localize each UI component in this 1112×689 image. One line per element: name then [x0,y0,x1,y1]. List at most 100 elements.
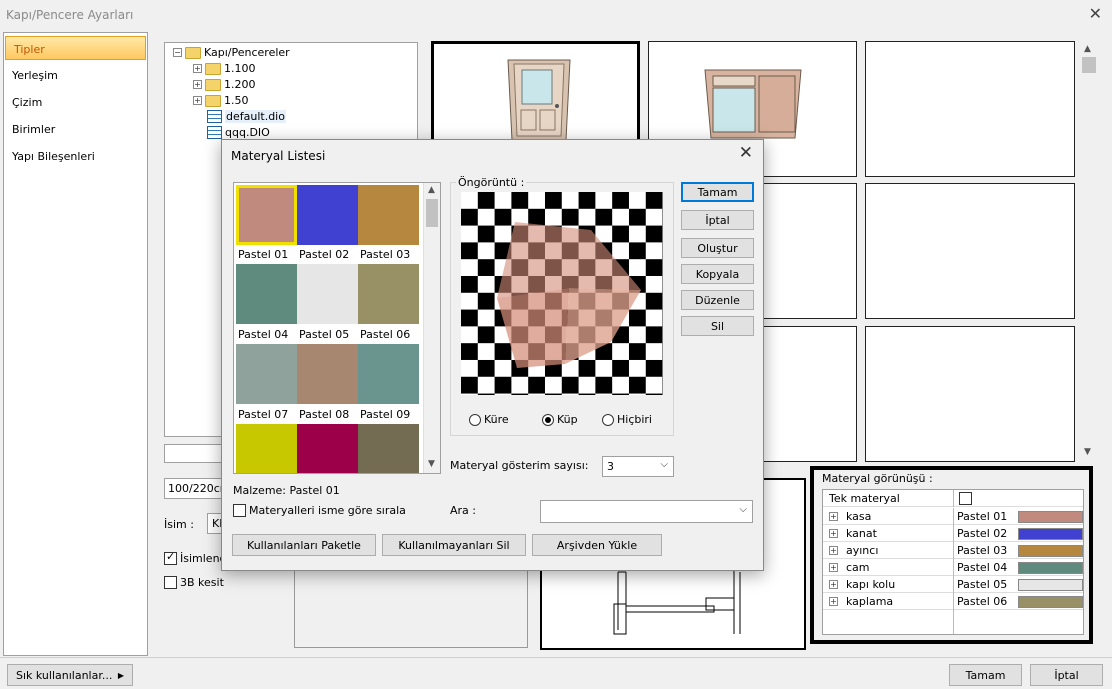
material-row[interactable]: + kaplama Pastel 06 [823,593,1083,610]
material-value: Pastel 03 [957,544,1008,557]
preview-cell[interactable] [865,183,1075,319]
create-button[interactable]: Oluştur [681,238,754,258]
swatch[interactable] [297,424,358,473]
expand-icon[interactable]: + [829,546,838,555]
section-checkbox[interactable] [164,576,177,589]
swatch[interactable] [297,344,358,404]
swatch[interactable] [297,264,358,324]
load-archive-button[interactable]: Arşivden Yükle [532,534,662,556]
swatch-scrollbar[interactable]: ▲ ▼ [423,183,440,473]
single-material-checkbox[interactable] [959,492,972,505]
material-swatch-list[interactable]: Pastel 01 Pastel 02 Pastel 03 Pastel 04 … [233,182,441,474]
sidebar-item-yerlesim[interactable]: Yerleşim [12,69,58,82]
material-row[interactable]: + kapı kolu Pastel 05 [823,576,1083,593]
section-label: 3B kesit [180,576,224,589]
expand-icon[interactable]: + [193,64,202,73]
sort-checkbox[interactable] [233,504,246,517]
material-row[interactable]: + cam Pastel 04 [823,559,1083,576]
sphere-radio[interactable] [469,413,481,426]
material-row[interactable]: + ayıncı Pastel 03 [823,542,1083,559]
frequent-label: Sık kullanılanlar... [16,668,113,682]
material-color [1018,528,1083,540]
tree-file-label: default.dio [225,110,286,123]
expand-icon[interactable]: + [829,580,838,589]
tree-folder[interactable]: + 1.50 [193,94,249,107]
preview-cell[interactable] [865,326,1075,462]
swatch[interactable] [236,264,297,324]
material-row[interactable]: + kanat Pastel 02 [823,525,1083,542]
expand-icon[interactable]: + [193,96,202,105]
swatch[interactable] [236,344,297,404]
scroll-down-icon[interactable]: ▼ [1084,447,1091,457]
tree-root[interactable]: − Kapı/Pencereler [173,46,290,59]
delete-button[interactable]: Sil [681,316,754,336]
preview-cell[interactable] [865,41,1075,177]
pack-used-button[interactable]: Kullanılanları Paketle [232,534,376,556]
folder-icon [205,62,221,75]
sidebar-item-cizim[interactable]: Çizim [12,96,42,109]
scroll-down-icon[interactable]: ▼ [428,459,435,469]
cube-option[interactable]: Küp [542,413,578,426]
collapse-icon[interactable]: − [173,48,182,57]
selected-material-label: Malzeme: Pastel 01 [233,484,340,497]
dialog-cancel-button[interactable]: İptal [681,210,754,230]
count-select[interactable]: 3 ⌵ [602,456,674,477]
tree-root-label: Kapı/Pencereler [204,46,290,59]
tree-folder[interactable]: + 1.200 [193,78,256,91]
tree-file[interactable]: default.dio [207,110,286,123]
sphere-option[interactable]: Küre [469,413,509,426]
dio-file-icon [207,110,222,123]
size-field[interactable]: 100/220cm [164,478,230,499]
swatch[interactable] [358,185,419,245]
swatch[interactable] [236,424,297,473]
swatch-label: Pastel 05 [299,328,350,341]
tree-file[interactable]: qqq.DIO [207,126,270,139]
folder-icon [205,94,221,107]
swatch[interactable] [358,424,419,473]
section-checkbox-row[interactable]: 3B kesit [164,576,224,589]
scroll-thumb[interactable] [426,199,438,227]
copy-button[interactable]: Kopyala [681,264,754,284]
tree-folder-label: 1.100 [224,62,256,75]
expand-icon[interactable]: + [829,563,838,572]
swatch[interactable] [297,185,358,245]
expand-icon[interactable]: + [193,80,202,89]
frequent-button[interactable]: Sık kullanılanlar... ▶ [7,664,133,686]
edit-button[interactable]: Düzenle [681,290,754,310]
tree-folder[interactable]: + 1.100 [193,62,256,75]
swatch-label: Pastel 02 [299,248,350,261]
swatch[interactable] [358,264,419,324]
material-color [1018,511,1083,523]
sidebar-item-tipler[interactable]: Tipler [5,36,146,60]
close-icon[interactable]: ✕ [1089,4,1102,23]
cancel-button[interactable]: İptal [1030,664,1103,686]
scroll-up-icon[interactable]: ▲ [1084,44,1091,54]
search-combo[interactable]: ⌵ [540,500,753,523]
swatch[interactable] [236,185,297,245]
swatch-label: Pastel 08 [299,408,350,421]
remove-unused-button[interactable]: Kullanılmayanları Sil [382,534,526,556]
none-radio[interactable] [602,413,614,426]
expand-icon[interactable]: + [829,512,838,521]
dialog-ok-button[interactable]: Tamam [681,182,754,202]
preview-scrollbar[interactable]: ▲ ▼ [1080,42,1098,462]
material-table[interactable]: Tek materyal + kasa Pastel 01 + kanat Pastel… [822,489,1084,635]
expand-icon[interactable]: + [829,529,838,538]
naming-checkbox[interactable]: ✓ [164,550,177,565]
swatch-label: Pastel 09 [360,408,411,421]
sphere-label: Küre [484,413,509,426]
close-icon[interactable]: ✕ [739,143,753,163]
material-row[interactable]: + kasa Pastel 01 [823,508,1083,525]
cube-preview [497,222,641,368]
scroll-up-icon[interactable]: ▲ [428,185,435,195]
sidebar-item-yapi-bilesenleri[interactable]: Yapı Bileşenleri [12,150,95,163]
material-value: Pastel 06 [957,595,1008,608]
expand-icon[interactable]: + [829,597,838,606]
ok-button[interactable]: Tamam [949,664,1022,686]
sidebar-item-birimler[interactable]: Birimler [12,123,55,136]
scroll-thumb[interactable] [1082,57,1096,73]
swatch[interactable] [358,344,419,404]
cube-radio[interactable] [542,413,554,426]
sort-checkbox-row[interactable]: Materyalleri isme göre sırala [233,504,406,517]
none-option[interactable]: Hiçbiri [602,413,652,426]
